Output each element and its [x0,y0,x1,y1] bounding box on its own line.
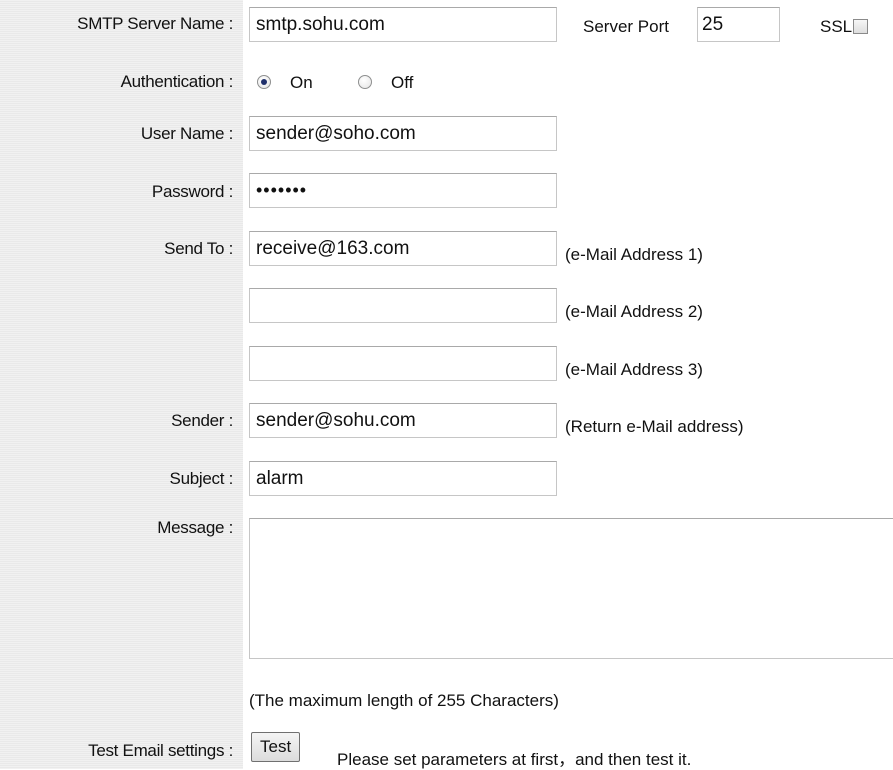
test-button[interactable]: Test [251,732,301,762]
send-to-address-2-input[interactable] [249,288,557,323]
ssl-checkbox[interactable] [853,19,868,34]
sender-label: Sender : [171,411,233,430]
smtp-server-input[interactable]: smtp.sohu.com [249,7,557,42]
subject-input[interactable]: alarm [249,461,557,496]
test-hint: Please set parameters at first，and then … [337,750,692,769]
auth-off-label[interactable]: Off [391,73,413,93]
send-to-address-1-hint: (e-Mail Address 1) [565,245,703,264]
auth-on-label[interactable]: On [290,73,313,93]
send-to-address-3-input[interactable] [249,346,557,381]
subject-label: Subject : [169,469,234,488]
password-label: Password : [151,182,233,201]
sender-input[interactable]: sender@sohu.com [249,403,557,438]
user-name-input[interactable]: sender@soho.com [249,116,557,151]
authentication-label: Authentication : [120,72,234,91]
message-length-note: (The maximum length of 255 Characters) [249,691,559,710]
test-email-label: Test Email settings : [88,741,233,760]
send-to-label: Send To : [164,239,233,258]
auth-off-radio[interactable] [358,75,372,89]
sender-hint: (Return e-Mail address) [565,417,744,436]
server-port-input[interactable]: 25 [697,7,780,42]
message-label: Message : [157,518,233,537]
server-port-label: Server Port [583,17,669,36]
user-name-label: User Name : [140,124,233,143]
message-textarea[interactable] [249,518,893,659]
send-to-address-1-input[interactable]: receive@163.com [249,231,557,266]
smtp-server-label: SMTP Server Name : [77,14,233,33]
ssl-label: SSL [820,17,853,36]
auth-on-radio[interactable] [257,75,271,89]
send-to-address-3-hint: (e-Mail Address 3) [565,360,703,379]
label-column-background [0,0,243,769]
password-input[interactable]: ••••••• [249,173,557,208]
send-to-address-2-hint: (e-Mail Address 2) [565,302,703,321]
